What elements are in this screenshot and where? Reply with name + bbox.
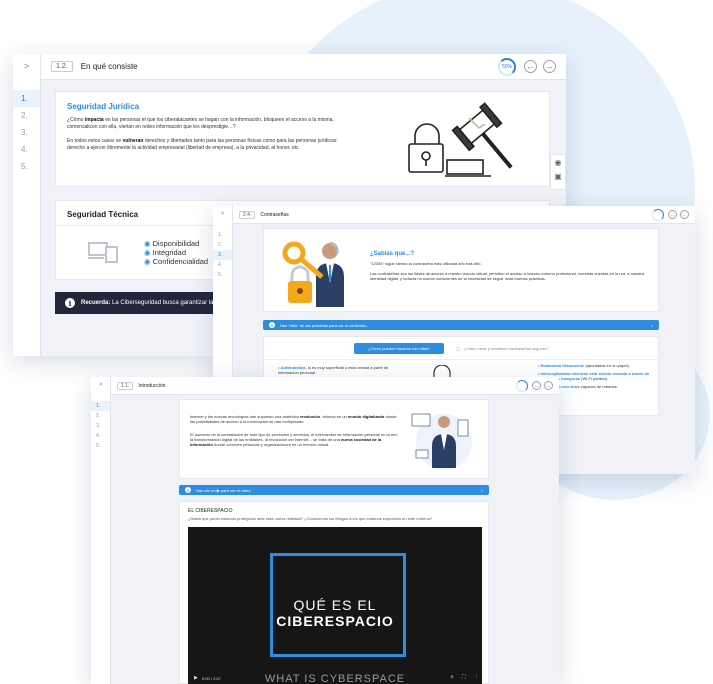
eye-icon[interactable]: ◉ [551,158,565,167]
video-subtitle: WHAT IS CYBERSPACE [264,673,406,684]
padlock-gavel-illustration [408,102,513,177]
progress-ring: 50% [498,57,516,76]
intro-paragraph-2: El aumento de la contratación de todo ti… [190,432,398,447]
left-bullets: • Adivinándola, si es muy superficial o … [278,365,398,375]
section-rail: > 1. 2. 3. 4. 5. [91,377,111,684]
next-button[interactable]: → [543,60,556,73]
nav-item-4[interactable]: 4. [13,141,40,158]
nav-item-2[interactable]: 2. [13,107,40,124]
intro-paragraph-1: Internet y las nuevas tecnologías han su… [190,414,397,424]
nav-item-2[interactable]: 2. [213,240,232,250]
prev-button[interactable]: ← [532,381,541,390]
next-button[interactable]: → [680,210,689,219]
next-button[interactable]: → [544,381,553,390]
nav-item-5[interactable]: 5. [13,158,40,175]
card-title: Seguridad Técnica [67,210,139,219]
fullscreen-icon[interactable]: ⛶ [462,674,466,680]
close-icon[interactable]: × [651,323,653,328]
tab-como-crear[interactable]: ◯ ¿Cómo crear y mantener contraseñas seg… [456,343,548,354]
section-code: 1.2. [51,61,73,72]
header-bar: 1.2. En qué consiste 50% ← → [41,54,566,80]
sabias-line-2: Las contraseñas son las llaves de acceso… [370,271,644,281]
card-sabias-que: ¿Sabías que...? "12345" sigue siendo la … [263,228,659,312]
page-title: Introducción [138,382,166,389]
card-ciberespacio: EL CIBERESPACIO ¿Hasta qué punto estamos… [179,501,489,684]
section-code: 2.4. [239,210,256,219]
nav-item-3[interactable]: 3. [13,124,40,141]
info-icon: i [269,322,275,328]
nav-item-3[interactable]: 3. [213,250,232,260]
section-subtitle: ¿Hasta qué punto estamos protegidos ante… [188,516,433,521]
close-icon[interactable]: × [481,488,483,493]
nav-item-4[interactable]: 4. [91,431,110,441]
prev-button[interactable]: ← [668,210,677,219]
list-item: ◉ Integridad [144,248,186,257]
card-title: Seguridad Jurídica [67,102,140,111]
video-hint-banner: i Haz clic en ▶ para ver el vídeo × [179,485,489,495]
nav-item-1[interactable]: 1. [213,230,232,240]
window-introduccion: > 1. 2. 3. 4. 5. 1.1. Introducción ← → I… [91,377,559,684]
devices-icon [88,242,118,263]
side-tool-tabs: ◉ ▣ [550,154,566,190]
video-title-line-1: QUÉ ES EL [293,597,377,613]
header-bar: 1.1. Introducción ← → [111,377,559,395]
info-icon: i [185,487,191,493]
nav-item-4[interactable]: 4. [213,260,232,270]
prev-button[interactable]: ← [524,60,537,73]
tab-como-pueden-hacerse[interactable]: ¿Cómo pueden hacerse con ellas? [354,343,444,354]
section-rail: > 1. 2. 3. 4. 5. [13,54,41,356]
nav-item-3[interactable]: 3. [91,421,110,431]
volume-icon[interactable]: ♬ [450,674,455,680]
list-item: • Adivinándola, si es muy superficial o … [278,365,389,375]
section-title: EL CIBERESPACIO [188,508,233,514]
notes-icon[interactable]: ▣ [551,172,565,181]
progress-ring [652,208,664,221]
tabs-hint-banner: i Haz "click" en las pestañas para ver e… [263,320,659,330]
play-button[interactable]: ▶ [194,675,198,681]
nav-item-1[interactable]: 1. [13,90,40,107]
keys-person-illustration [282,241,344,307]
nav-item-5[interactable]: 5. [91,441,110,451]
section-code: 1.1. [117,381,134,390]
card-paragraph-2: En todos estos casos se vulneran derecho… [67,138,338,151]
card-paragraph-1: ¿Cómo impacta en las personas el que los… [67,117,334,130]
header-bar: 2.4. Contraseñas ← → [233,206,695,224]
nav-item-5[interactable]: 5. [213,270,232,280]
card-title: ¿Sabías que...? [370,251,415,257]
card-introduccion: Internet y las nuevas tecnologías han su… [179,399,489,479]
lock-icon: ◯ [456,346,461,351]
expand-icon[interactable]: > [91,382,110,388]
info-icon: i [65,298,75,308]
person-devices-illustration [411,413,472,470]
tecnica-list: ◉ Disponibilidad ◉ Integridad ◉ Confiden… [144,239,208,266]
card-seguridad-juridica: Seguridad Jurídica ¿Cómo impacta en las … [55,91,550,187]
list-item: • Robándola físicamente (apuntadas en un… [538,363,630,368]
expand-icon[interactable]: > [13,61,40,71]
progress-ring [516,379,528,392]
more-options-icon[interactable]: ⋮ [474,674,479,680]
expand-icon[interactable]: > [213,211,232,217]
list-item: ◉ Disponibilidad [144,239,200,248]
nav-item-1[interactable]: 1. [91,401,110,411]
page-title: Contraseñas [260,211,289,218]
video-time: 0:00 / 2:07 [202,676,221,681]
nav-item-2[interactable]: 2. [91,411,110,421]
video-player[interactable]: QUÉ ES EL CIBERESPACIO WHAT IS CYBERSPAC… [188,527,482,684]
list-item: ◉ Confidencialidad [144,257,209,266]
sabias-line-1: "12345" sigue siendo la contraseña más u… [370,261,482,266]
page-title: En qué consiste [80,62,138,71]
video-title-line-2: CIBERESPACIO [276,613,394,629]
